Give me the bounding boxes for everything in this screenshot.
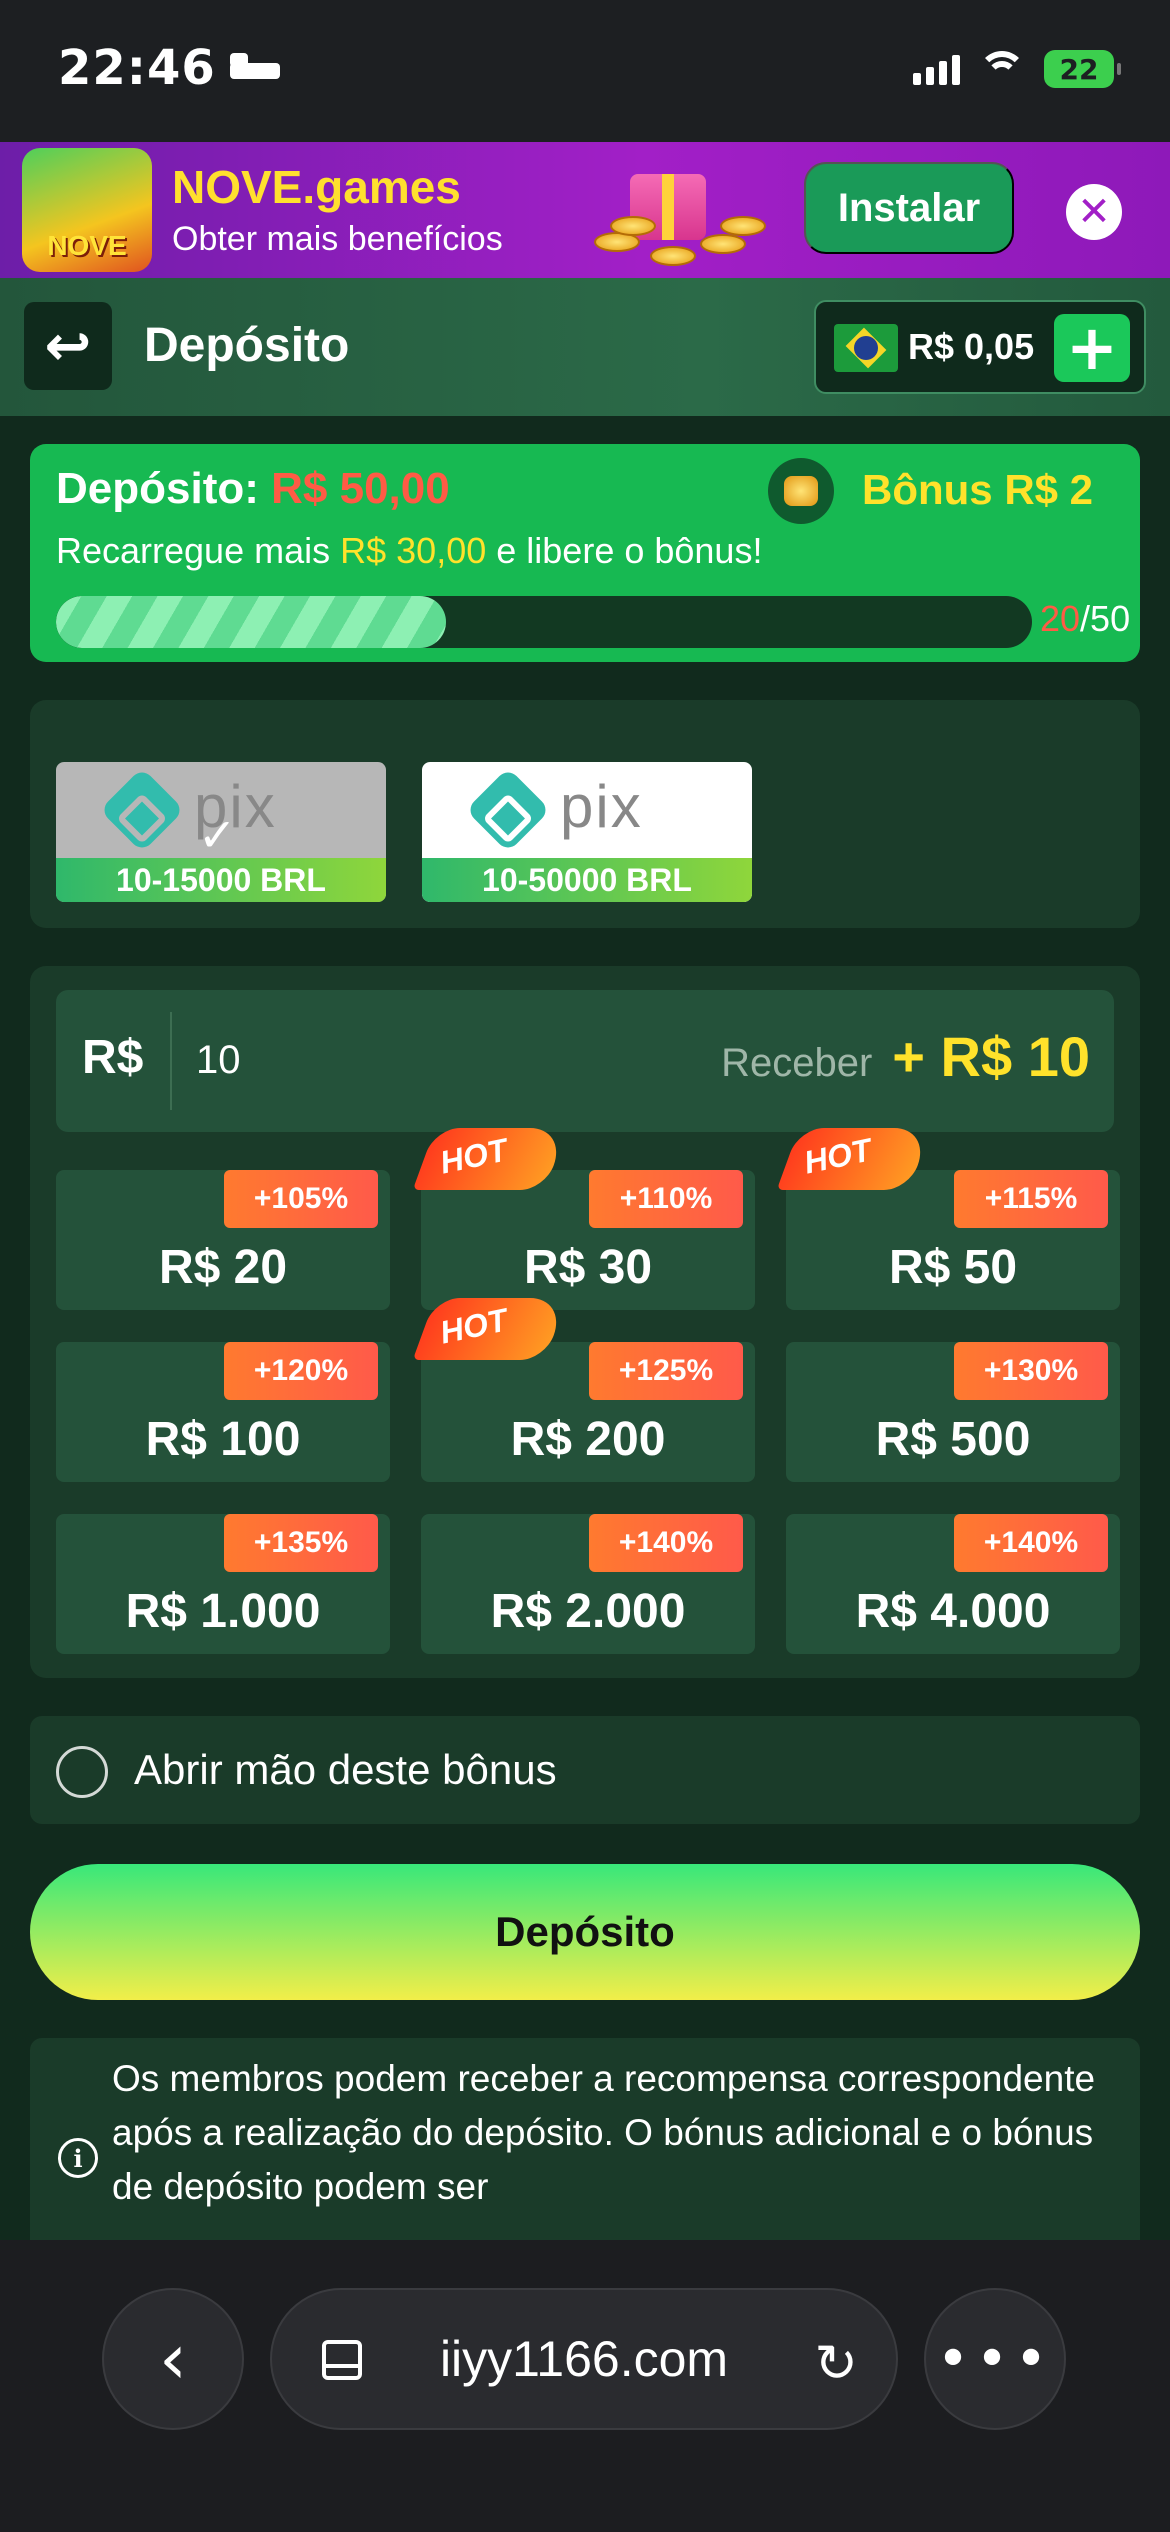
banner-subtitle: Obter mais benefícios [172,220,503,258]
hot-badge: HOT [776,1122,932,1192]
cellular-signal-icon [913,53,960,85]
amount-selection: R$ Receber + R$ 10 +105% R$ 20 +110% R$ … [30,966,1140,1678]
bonus-percent-badge: +135% [224,1514,378,1572]
payment-method-range: 10-50000 BRL [422,858,752,902]
banner-app-name: NOVE.games [172,161,461,213]
pix-logo-icon [99,767,185,853]
bonus-percent-badge: +115% [954,1170,1108,1228]
nove-games-logo: NOVE [22,148,152,272]
pix-wordmark: pix [560,773,643,840]
page-title: Depósito [144,319,350,372]
amount-option-value: R$ 500 [875,1413,1031,1466]
waive-bonus-option[interactable]: Abrir mão deste bônus [30,1716,1140,1824]
receive-label: Receber [721,1041,873,1085]
bonus-percent-badge: +130% [954,1342,1108,1400]
payment-method-pix-2[interactable]: pix 10-50000 BRL [422,762,752,902]
amount-option-tile[interactable]: +135% R$ 1.000 [56,1514,390,1654]
bonus-percent-badge: +110% [589,1170,743,1228]
info-notice: i Os membros podem receber a recompensa … [30,2038,1140,2240]
back-button[interactable]: ↩ [24,302,112,390]
browser-back-button[interactable]: ‹ [102,2288,244,2430]
deposit-button[interactable]: Depósito [30,1864,1140,2000]
battery-icon: 22 [1044,50,1121,88]
deposit-amount: R$ 50,00 [271,464,450,513]
page-header: ↩ Depósito R$ 0,05 + [0,278,1170,416]
bonus-percent-badge: +105% [224,1170,378,1228]
amount-option-value: R$ 1.000 [125,1585,321,1638]
bonus-desc-prefix: Recarregue mais [56,530,331,571]
info-icon: i [58,2138,98,2178]
battery-level: 22 [1059,52,1099,86]
chevron-left-icon: ‹ [159,2318,187,2400]
reload-icon[interactable]: ↻ [814,2334,858,2394]
hot-badge: HOT [412,1292,568,1362]
install-button[interactable]: Instalar [804,162,1014,254]
deposit-bonus-card: Depósito: R$ 50,00 Bônus R$ 2 Recarregue… [30,444,1140,662]
bonus-progress-bar [56,596,1032,648]
amount-option-value: R$ 50 [888,1241,1018,1294]
waive-bonus-radio[interactable] [56,1746,108,1798]
url-text: iiyy1166.com [439,2331,729,2387]
balance-value: R$ 0,05 [908,326,1035,367]
receive-value: + R$ 10 [892,1025,1090,1088]
amount-option-tile[interactable]: +140% R$ 4.000 [786,1514,1120,1654]
bonus-percent-badge: +140% [954,1514,1108,1572]
bonus-percent-badge: +125% [589,1342,743,1400]
payment-method-range: 10-15000 BRL [56,858,386,902]
tab-overview-icon[interactable] [322,2340,362,2380]
app-install-banner: NOVE NOVE.games Obter mais benefícios In… [0,142,1170,278]
bonus-desc-suffix: e libere o bônus! [496,530,763,571]
amount-option-value: R$ 30 [523,1241,653,1294]
amount-option-value: R$ 20 [158,1241,288,1294]
sleep-mode-icon [229,53,280,83]
waive-bonus-label: Abrir mão deste bônus [134,1746,557,1793]
amount-option-tile[interactable]: +120% R$ 100 [56,1342,390,1482]
browser-toolbar: ‹ iiyy1166.com ↻ ••• [0,2240,1170,2532]
bonus-percent-badge: +140% [589,1514,743,1572]
deposit-label: Depósito: [56,464,259,513]
gift-coins-icon [590,154,780,270]
amount-option-tile[interactable]: +125% R$ 200 [421,1342,755,1482]
address-bar[interactable]: iiyy1166.com ↻ [270,2288,898,2430]
more-dots-icon: ••• [936,2326,1054,2392]
payment-methods: pix ✓ 10-15000 BRL pix 10-50000 BRL [30,700,1140,928]
progress-current: 20 [1040,598,1081,639]
amount-option-value: R$ 100 [145,1413,301,1466]
coins-icon [768,458,834,524]
bonus-label: Bônus R$ 2 [862,466,1094,513]
browser-more-button[interactable]: ••• [924,2288,1066,2430]
brazil-flag-icon [834,324,898,372]
info-text: Os membros podem receber a recompensa co… [112,2058,1096,2207]
bonus-percent-badge: +120% [224,1342,378,1400]
progress-total: /50 [1080,598,1131,639]
bonus-desc-amount: R$ 30,00 [340,530,487,571]
payment-method-pix-1[interactable]: pix ✓ 10-15000 BRL [56,762,386,902]
wifi-icon [978,51,1026,87]
amount-option-value: R$ 4.000 [855,1585,1051,1638]
amount-option-value: R$ 200 [510,1413,666,1466]
add-funds-button[interactable]: + [1054,314,1130,382]
logo-text: NOVE [47,230,127,261]
checkmark-icon: ✓ [198,808,237,862]
amount-option-value: R$ 2.000 [490,1585,686,1638]
status-bar: 22:46 22 [0,0,1170,142]
bonus-progress-fill [56,596,447,648]
back-arrow-icon: ↩ [44,313,92,379]
amount-option-tile[interactable]: +105% R$ 20 [56,1170,390,1310]
amount-input-row: R$ Receber + R$ 10 [56,990,1114,1132]
bonus-progress-count: 20/50 [1040,598,1130,640]
amount-option-tile[interactable]: +140% R$ 2.000 [421,1514,755,1654]
close-icon[interactable]: ✕ [1066,184,1122,240]
wallet-balance: R$ 0,05 + [814,300,1146,394]
hot-badge: HOT [412,1122,568,1192]
amount-input[interactable] [196,1030,496,1090]
currency-label: R$ [82,1031,144,1084]
status-time: 22:46 [58,40,216,96]
amount-option-tile[interactable]: +130% R$ 500 [786,1342,1120,1482]
pix-logo-icon [465,767,551,853]
